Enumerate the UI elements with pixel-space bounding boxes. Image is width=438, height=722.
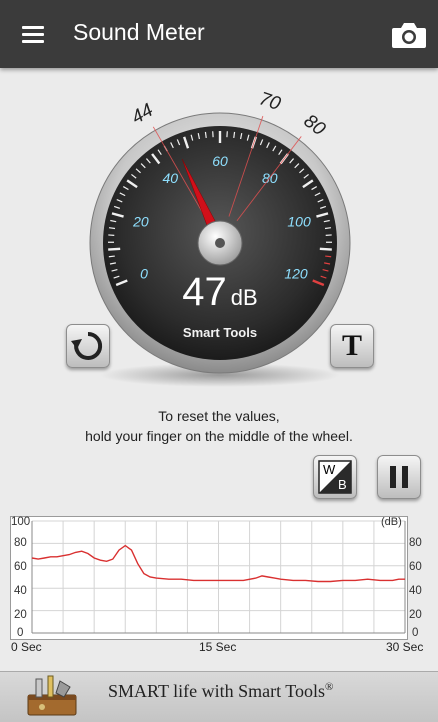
gauge-min-marker: 44	[128, 100, 157, 129]
y-tick-right-60: 60	[409, 561, 422, 573]
y-tick-left-0: 0	[17, 627, 23, 639]
hint-line-1: To reset the values,	[0, 406, 438, 426]
gauge-tick	[320, 249, 332, 250]
toolbox-logo-icon	[24, 673, 84, 719]
gauge-tick	[108, 249, 120, 250]
graph-unit-label: (dB)	[381, 516, 402, 528]
gauge-scale-label: 40	[162, 170, 178, 186]
gauge-tick	[205, 132, 206, 138]
y-tick-left-60: 60	[14, 561, 27, 573]
gauge-max-marker: 80	[300, 111, 330, 141]
theme-button-label: T	[331, 329, 373, 363]
gauge-avg-marker: 70	[256, 88, 283, 115]
gauge-tick	[109, 256, 115, 257]
gauge-hub-center	[215, 238, 225, 248]
y-tick-left-80: 80	[14, 537, 27, 549]
gauge-scale-label: 0	[140, 266, 148, 282]
hint-line-2: hold your finger on the middle of the wh…	[0, 426, 438, 446]
gauge-tick	[325, 228, 331, 229]
y-tick-right-20: 20	[409, 609, 422, 621]
y-tick-left-100: 100	[11, 516, 30, 528]
x-label-start: 0 Sec	[11, 640, 42, 654]
white-balance-button[interactable]: W B	[313, 455, 357, 499]
footer-tagline-text: SMART life with Smart Tools	[108, 681, 325, 701]
y-tick-left-20: 20	[14, 609, 27, 621]
theme-button[interactable]: T	[330, 324, 374, 368]
gauge-scale-label: 100	[287, 213, 311, 229]
y-tick-right-0: 0	[412, 627, 418, 639]
y-tick-right-80: 80	[409, 537, 422, 549]
x-label-end: 30 Sec	[386, 640, 423, 654]
registered-mark: ®	[325, 681, 333, 693]
gauge-scale-label: 60	[212, 153, 228, 169]
y-tick-left-40: 40	[14, 585, 27, 597]
pause-icon	[378, 456, 420, 498]
reset-hint: To reset the values, hold your finger on…	[0, 406, 438, 446]
wb-label-w: W	[323, 462, 335, 477]
history-graph	[10, 516, 408, 640]
y-tick-right-40: 40	[409, 585, 422, 597]
reset-button[interactable]	[66, 324, 110, 368]
gauge-tick	[234, 132, 235, 138]
wb-label-b: B	[338, 477, 347, 492]
pause-button[interactable]	[377, 455, 421, 499]
refresh-icon	[67, 325, 109, 367]
gauge-scale-label: 20	[132, 213, 149, 229]
gauge-tick	[325, 256, 331, 257]
x-label-mid: 15 Sec	[199, 640, 236, 654]
gauge-tick	[109, 228, 115, 229]
footer-tagline[interactable]: SMART life with Smart Tools®	[108, 681, 333, 702]
gauge-scale-label: 120	[284, 266, 308, 282]
